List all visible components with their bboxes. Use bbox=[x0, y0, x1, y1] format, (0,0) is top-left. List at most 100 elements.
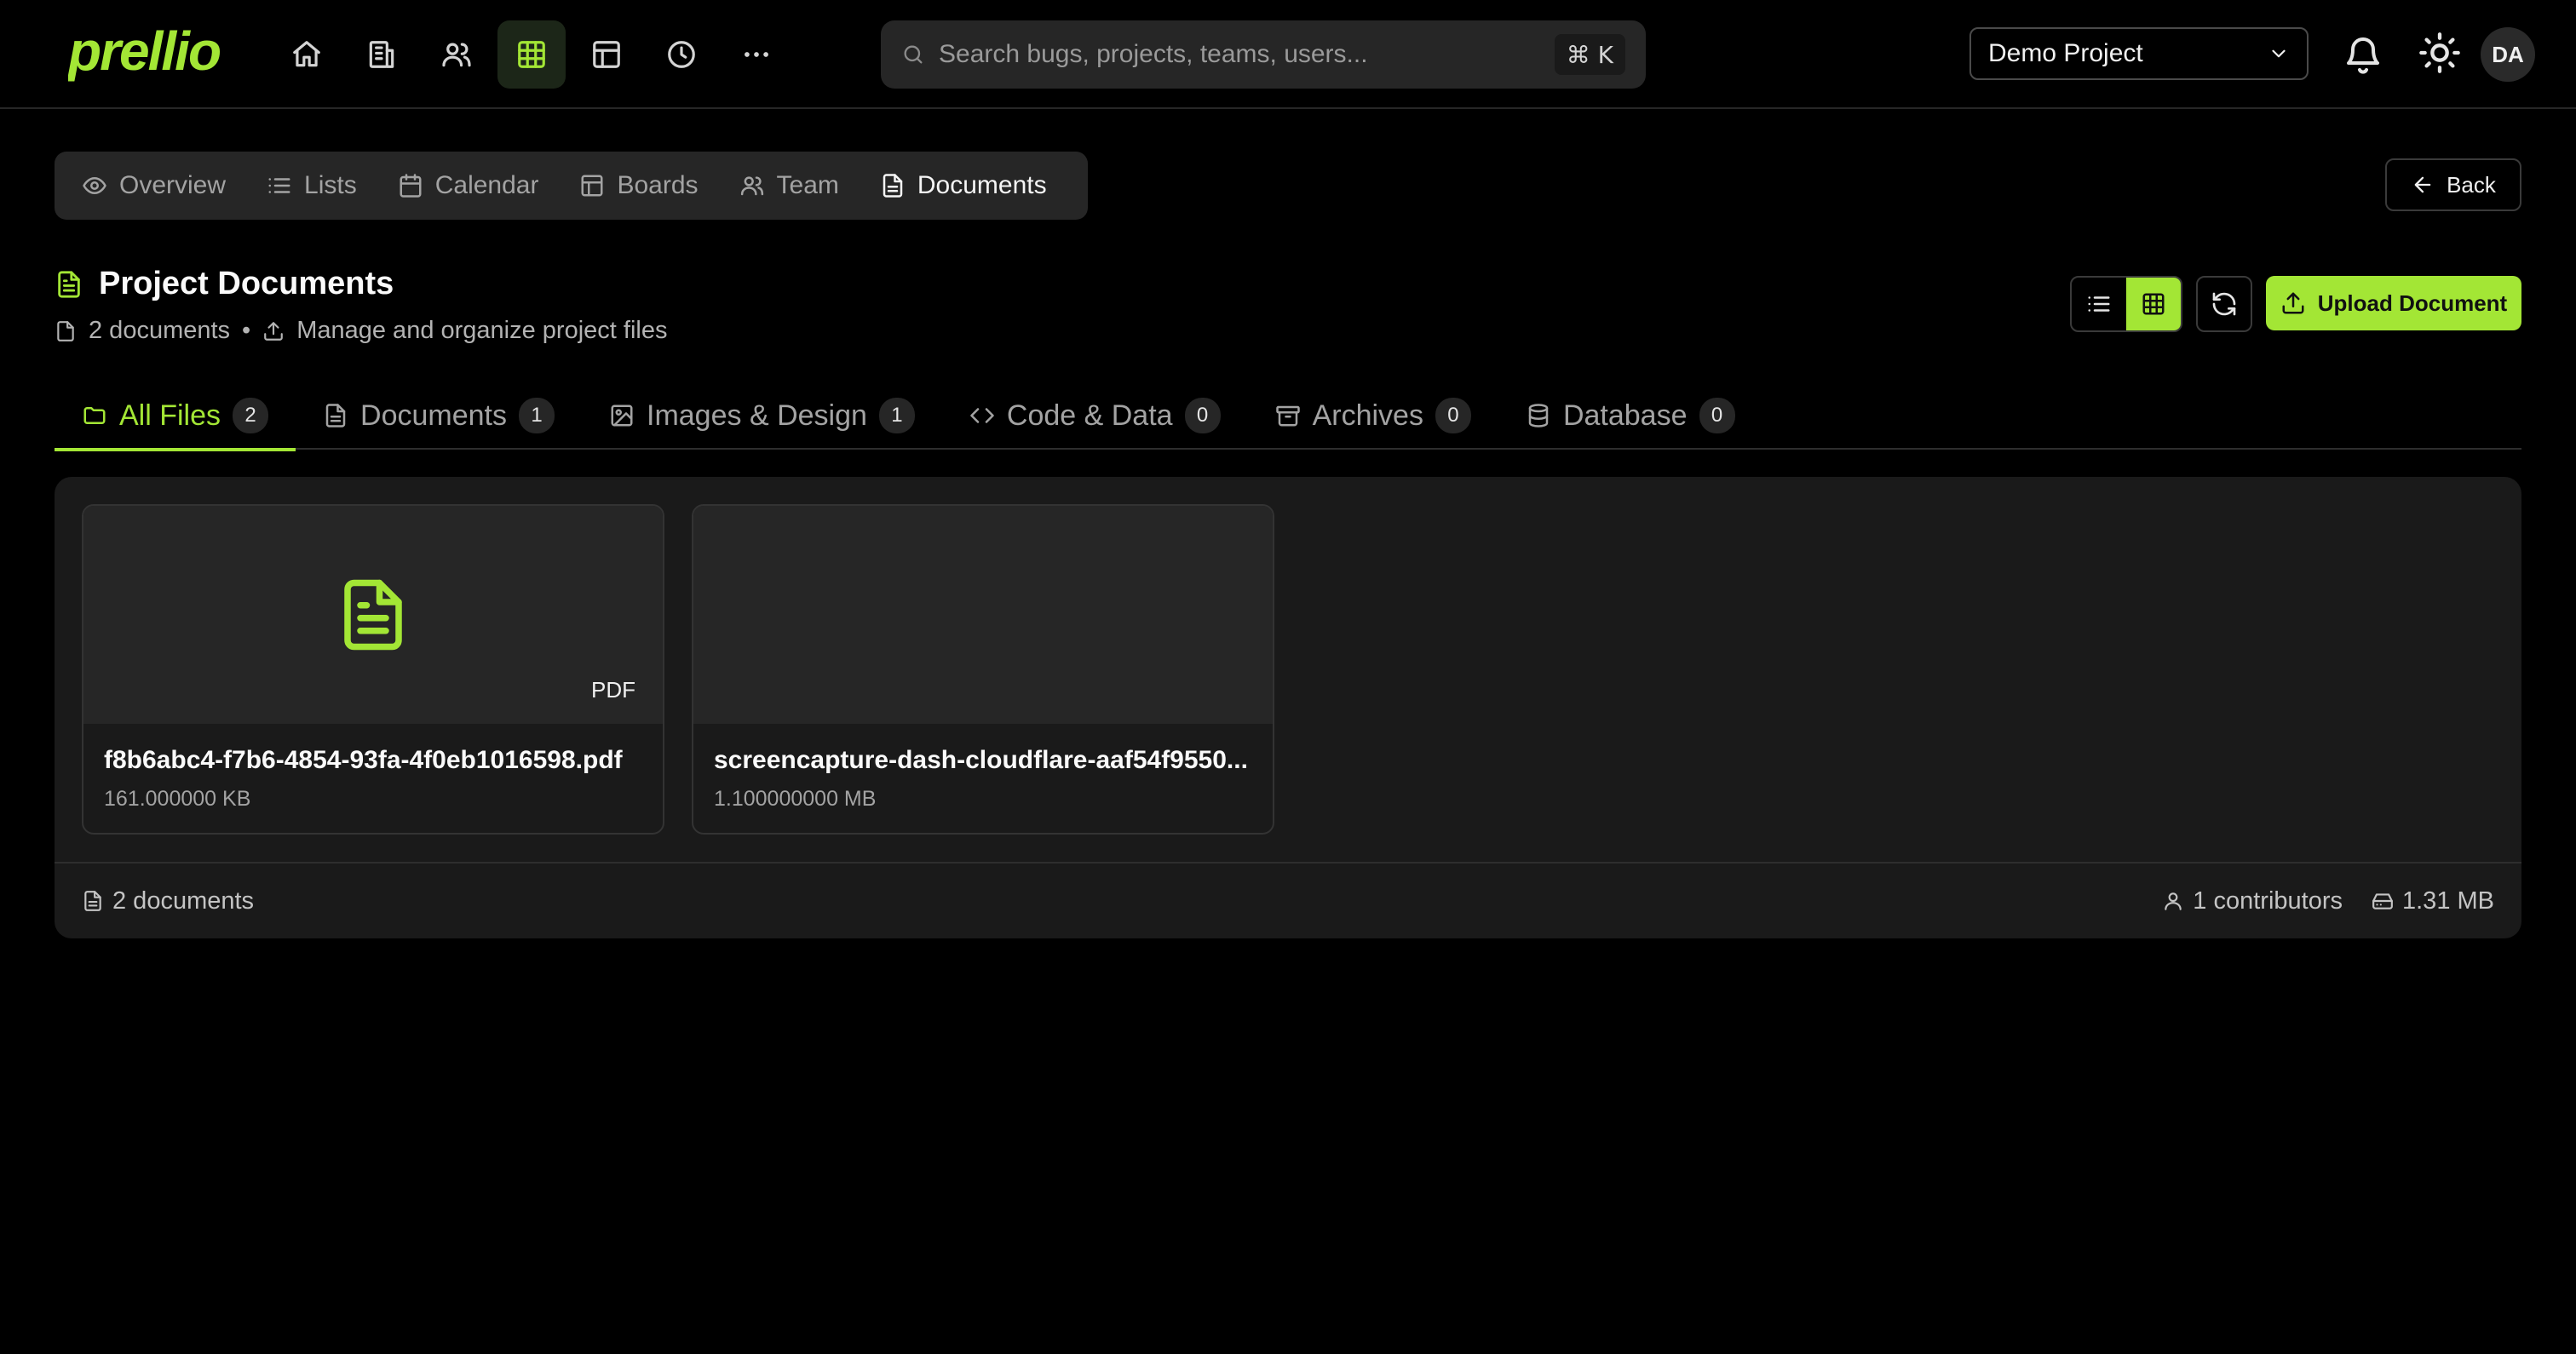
svg-text:prellio: prellio bbox=[68, 22, 221, 82]
image-icon bbox=[611, 404, 633, 427]
contributors-count: 1 contributors bbox=[2193, 886, 2343, 915]
grid-icon[interactable] bbox=[497, 20, 566, 89]
file-text-icon bbox=[344, 579, 402, 651]
documents-panel: PDF f8b6abc4-f7b6-4854-93fa-4f0eb1016598… bbox=[55, 477, 2521, 938]
tab-overview[interactable]: Overview bbox=[68, 158, 253, 213]
document-count: 2 documents bbox=[89, 317, 231, 344]
document-card[interactable]: screencapture-dash-cloudflare-aaf54f9550… bbox=[692, 504, 1274, 835]
building-icon[interactable] bbox=[348, 20, 416, 89]
page-title-text: Project Documents bbox=[99, 266, 394, 301]
code-icon bbox=[970, 408, 994, 423]
tab-count-badge: 2 bbox=[233, 398, 269, 433]
page-title: Project Documents bbox=[55, 266, 394, 302]
tab-label: Team bbox=[776, 171, 839, 199]
tab-documents-filter[interactable]: Documents 1 bbox=[296, 382, 582, 450]
tab-all-files[interactable]: All Files 2 bbox=[55, 382, 296, 451]
search-icon bbox=[904, 45, 923, 64]
tab-label: Code & Data bbox=[1006, 399, 1173, 432]
tab-label: All Files bbox=[119, 399, 221, 432]
tab-label: Calendar bbox=[434, 171, 539, 199]
project-select[interactable]: Demo Project bbox=[1969, 27, 2309, 80]
database-icon bbox=[1528, 404, 1549, 427]
grid-icon bbox=[2142, 293, 2165, 315]
archive-icon bbox=[1275, 405, 1300, 427]
list-icon bbox=[268, 178, 290, 193]
tab-archives[interactable]: Archives 0 bbox=[1248, 382, 1498, 450]
calendar-icon bbox=[400, 174, 422, 198]
global-search[interactable]: ⌘ K bbox=[881, 20, 1646, 89]
tab-documents[interactable]: Documents bbox=[866, 158, 1074, 213]
tab-code-data[interactable]: Code & Data 0 bbox=[942, 382, 1248, 450]
list-view-button[interactable] bbox=[2072, 278, 2126, 330]
document-name: f8b6abc4-f7b6-4854-93fa-4f0eb1016598.pdf bbox=[104, 746, 623, 774]
page-meta: 2 documents • Manage and organize projec… bbox=[55, 317, 667, 345]
home-icon[interactable] bbox=[273, 20, 341, 89]
layout-icon[interactable] bbox=[572, 20, 641, 89]
users-icon[interactable] bbox=[423, 20, 491, 89]
file-icon bbox=[57, 320, 74, 341]
document-size: 161.000000 KB bbox=[104, 787, 251, 811]
document-grid: PDF f8b6abc4-f7b6-4854-93fa-4f0eb1016598… bbox=[82, 504, 1274, 835]
file-icon bbox=[883, 174, 903, 198]
total-size: 1.31 MB bbox=[2402, 886, 2494, 915]
tab-calendar[interactable]: Calendar bbox=[384, 158, 566, 213]
upload-document-button[interactable]: Upload Document bbox=[2266, 276, 2521, 330]
file-text-icon bbox=[84, 891, 101, 911]
prellio-logo[interactable]: prellio bbox=[68, 22, 221, 83]
clock-icon[interactable] bbox=[647, 20, 716, 89]
tab-label: Documents bbox=[917, 171, 1047, 199]
tab-count-badge: 0 bbox=[1184, 398, 1221, 433]
tab-label: Images & Design bbox=[647, 399, 867, 432]
document-size: 1.100000000 MB bbox=[714, 787, 877, 811]
top-nav bbox=[273, 20, 791, 89]
tab-label: Lists bbox=[304, 171, 357, 199]
search-shortcut-badge: ⌘ K bbox=[1554, 34, 1625, 75]
upload-label: Upload Document bbox=[2317, 290, 2508, 316]
folder-icon bbox=[83, 407, 106, 424]
upload-icon bbox=[2282, 292, 2304, 314]
tab-images-design[interactable]: Images & Design 1 bbox=[582, 382, 942, 450]
tab-count-badge: 1 bbox=[878, 398, 915, 433]
back-label: Back bbox=[2447, 171, 2496, 198]
tab-label: Database bbox=[1562, 399, 1688, 432]
arrow-left-icon bbox=[2414, 176, 2431, 193]
document-card[interactable]: PDF f8b6abc4-f7b6-4854-93fa-4f0eb1016598… bbox=[82, 504, 664, 835]
file-category-tabs: All Files 2 Documents 1 Images & Design … bbox=[55, 382, 2521, 451]
tab-boards[interactable]: Boards bbox=[566, 158, 725, 213]
board-icon bbox=[581, 175, 603, 197]
refresh-icon bbox=[2212, 292, 2236, 316]
users-icon bbox=[740, 176, 763, 196]
back-button[interactable]: Back bbox=[2385, 158, 2521, 211]
refresh-button[interactable] bbox=[2196, 276, 2252, 332]
tab-label: Archives bbox=[1312, 399, 1423, 432]
sun-icon[interactable] bbox=[2418, 31, 2462, 75]
user-icon bbox=[2165, 892, 2182, 910]
document-thumbnail bbox=[693, 506, 1273, 724]
file-text-icon bbox=[58, 270, 80, 298]
meta-separator: • bbox=[242, 317, 251, 344]
top-bar: prellio ⌘ K Demo Project bbox=[0, 0, 2576, 109]
bell-icon[interactable] bbox=[2343, 34, 2383, 75]
tab-label: Documents bbox=[360, 399, 507, 432]
document-name: screencapture-dash-cloudflare-aaf54f9550… bbox=[714, 746, 1248, 774]
more-icon[interactable] bbox=[722, 20, 791, 89]
search-input[interactable] bbox=[939, 40, 1555, 69]
tab-count-badge: 0 bbox=[1699, 398, 1735, 433]
avatar[interactable]: DA bbox=[2481, 27, 2535, 82]
file-icon bbox=[325, 404, 346, 427]
tab-database[interactable]: Database 0 bbox=[1498, 382, 1762, 450]
tab-lists[interactable]: Lists bbox=[253, 158, 384, 213]
project-section-tabs: Overview Lists Calendar Boards Team Docu… bbox=[55, 152, 1088, 220]
page-subtitle: Manage and organize project files bbox=[296, 317, 668, 344]
footer-document-count: 2 documents bbox=[112, 886, 255, 915]
tab-count-badge: 0 bbox=[1435, 398, 1471, 433]
list-icon bbox=[2088, 296, 2110, 312]
file-type-label: PDF bbox=[591, 677, 635, 703]
tab-count-badge: 1 bbox=[519, 398, 555, 433]
documents-footer: 2 documents 1 contributors 1.31 MB bbox=[55, 862, 2521, 938]
tab-team[interactable]: Team bbox=[726, 158, 866, 213]
grid-view-button[interactable] bbox=[2126, 278, 2181, 330]
eye-icon bbox=[83, 177, 106, 194]
upload-icon bbox=[264, 321, 284, 341]
tab-label: Boards bbox=[617, 171, 699, 199]
